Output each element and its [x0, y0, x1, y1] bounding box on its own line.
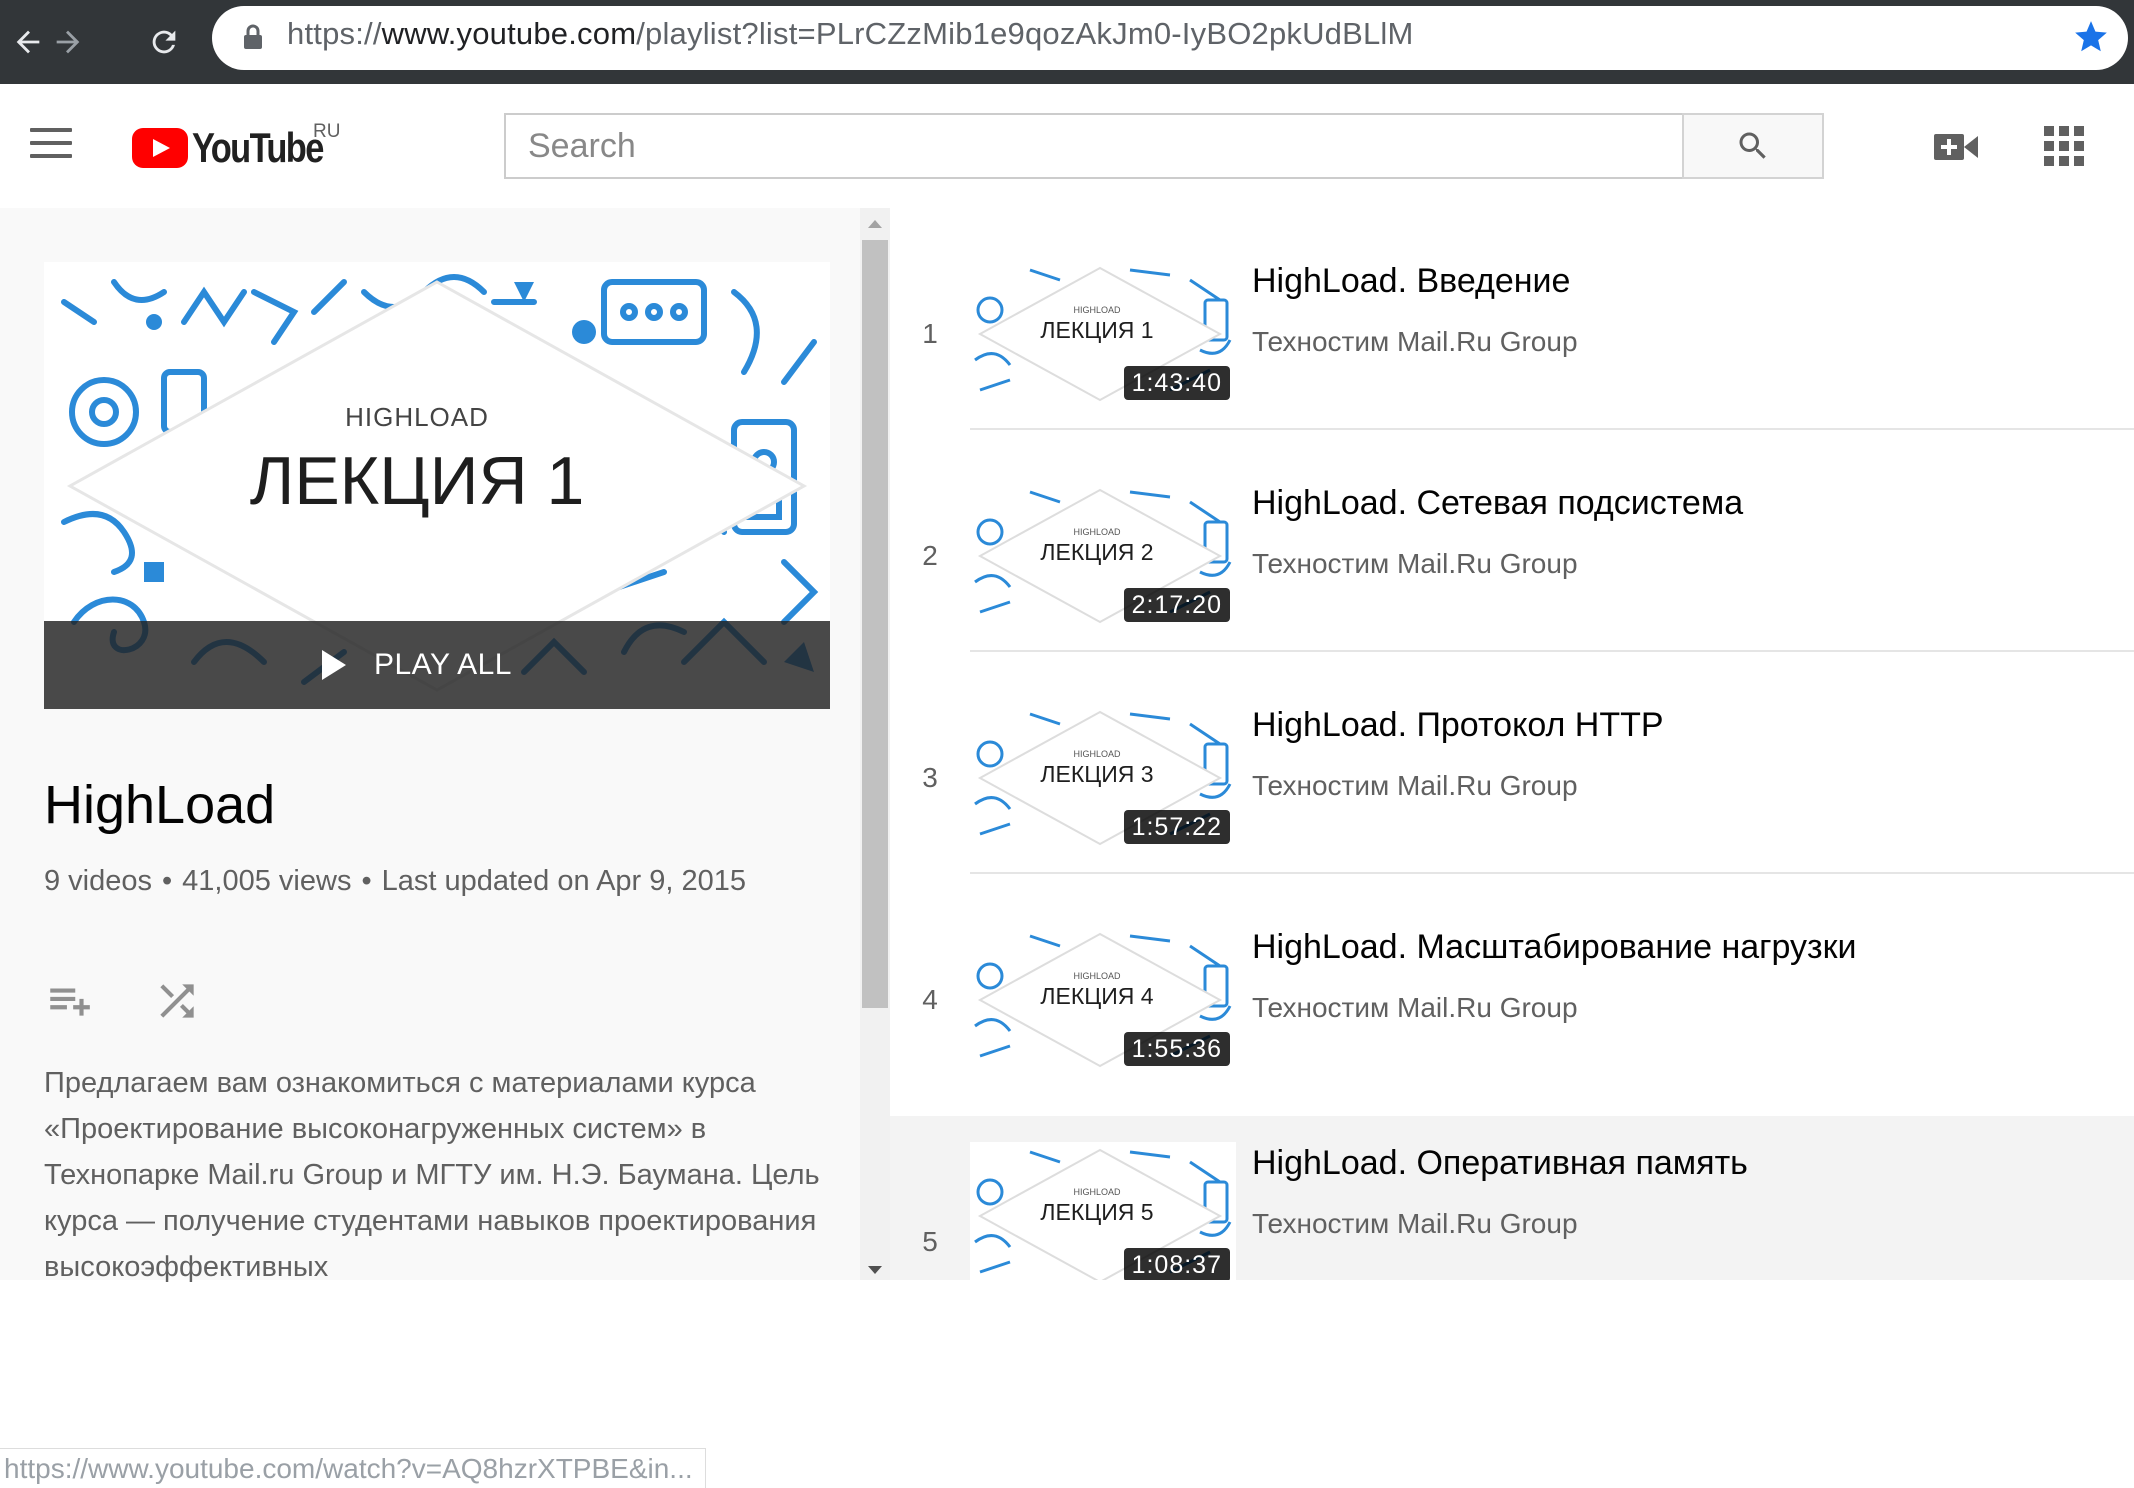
url-text: https://www.youtube.com/playlist?list=PL…: [287, 16, 1414, 51]
search-field[interactable]: [504, 113, 1684, 179]
play-icon: [321, 650, 346, 680]
video-title[interactable]: HighLoad. Введение: [1252, 262, 1570, 301]
view-count: 41,005 views: [182, 865, 352, 897]
scroll-up-arrow-icon[interactable]: [868, 220, 882, 228]
apps-grid-icon[interactable]: [2044, 126, 2084, 166]
video-list-item[interactable]: 3 HIGHLOAD ЛЕКЦИЯ 3 1:57:22 HighLoad. Пр…: [890, 652, 2134, 874]
video-title[interactable]: HighLoad. Сетевая подсистема: [1252, 484, 1743, 523]
playlist-actions: [44, 976, 260, 1026]
reload-icon: [152, 30, 176, 54]
playlist-thumbnail[interactable]: HIGHLOAD ЛЕКЦИЯ 1 PLAY ALL: [44, 262, 830, 709]
video-list-item[interactable]: 1 HIGHLOAD ЛЕКЦИЯ 1 1:43:40 HighLoad. Вв…: [890, 208, 2134, 430]
thumbnail-caption-big: ЛЕКЦИЯ 2: [1040, 539, 1154, 565]
duration-badge: 1:57:22: [1123, 810, 1230, 844]
browser-toolbar: https://www.youtube.com/playlist?list=PL…: [0, 0, 2134, 84]
thumbnail-caption-big: ЛЕКЦИЯ 1: [1040, 317, 1154, 343]
playlist-video-list: 1 HIGHLOAD ЛЕКЦИЯ 1 1:43:40 HighLoad. Вв…: [890, 208, 2134, 1280]
video-channel[interactable]: Техностим Mail.Ru Group: [1252, 1208, 1578, 1240]
video-thumbnail[interactable]: HIGHLOAD ЛЕКЦИЯ 1 1:43:40: [970, 260, 1236, 408]
video-channel[interactable]: Техностим Mail.Ru Group: [1252, 770, 1578, 802]
playlist-sidebar: HIGHLOAD ЛЕКЦИЯ 1 PLAY ALL HighLoad 9 vi…: [0, 208, 860, 1488]
star-icon[interactable]: [2072, 18, 2110, 56]
scroll-down-arrow-icon[interactable]: [868, 1266, 882, 1274]
search-icon: [1739, 132, 1766, 159]
forward-button[interactable]: [40, 14, 96, 70]
play-all-button[interactable]: PLAY ALL: [44, 621, 830, 709]
thumbnail-caption-small: HIGHLOAD: [1073, 1187, 1121, 1197]
address-bar[interactable]: https://www.youtube.com/playlist?list=PL…: [212, 6, 2128, 70]
video-channel[interactable]: Техностим Mail.Ru Group: [1252, 992, 1578, 1024]
youtube-header: YouTube RU: [0, 84, 2134, 208]
video-list-item[interactable]: 4 HIGHLOAD ЛЕКЦИЯ 4 1:55:36 HighLoad. Ма…: [890, 874, 2134, 1096]
thumbnail-caption-small: HIGHLOAD: [1073, 749, 1121, 759]
duration-badge: 1:55:36: [1123, 1032, 1230, 1066]
thumbnail-caption-big: ЛЕКЦИЯ 4: [1040, 983, 1154, 1009]
duration-badge: 2:17:20: [1123, 588, 1230, 622]
video-list-item[interactable]: 2 HIGHLOAD ЛЕКЦИЯ 2 2:17:20 HighLoad. Се…: [890, 430, 2134, 652]
video-index: 3: [922, 762, 938, 793]
playlist-stats: 9 videos • 41,005 views • Last updated on Ap…: [44, 865, 747, 897]
search-button[interactable]: [1682, 113, 1824, 179]
search-input[interactable]: [506, 115, 1684, 177]
play-all-label: PLAY ALL: [373, 648, 512, 681]
video-channel[interactable]: Техностим Mail.Ru Group: [1252, 326, 1578, 358]
thumbnail-caption-big: ЛЕКЦИЯ 5: [1040, 1199, 1154, 1225]
thumbnail-caption-small: HIGHLOAD: [1073, 971, 1121, 981]
play-logo-icon: [132, 128, 188, 168]
video-list-item[interactable]: 5 HIGHLOAD ЛЕКЦИЯ 5 1:08:37 HighLoad. Оп…: [890, 1116, 2134, 1280]
scrollbar-thumb[interactable]: [862, 240, 888, 1008]
video-thumbnail[interactable]: HIGHLOAD ЛЕКЦИЯ 3 1:57:22: [970, 704, 1236, 852]
video-index: 4: [922, 984, 938, 1015]
video-thumbnail[interactable]: HIGHLOAD ЛЕКЦИЯ 2 2:17:20: [970, 482, 1236, 630]
video-index: 2: [922, 540, 938, 571]
video-index: 5: [922, 1226, 938, 1257]
thumbnail-caption-small: HIGHLOAD: [1073, 527, 1121, 537]
create-video-button[interactable]: [1932, 126, 1980, 168]
video-title[interactable]: HighLoad. Оперативная память: [1252, 1144, 1748, 1183]
video-title[interactable]: HighLoad. Протокол HTTP: [1252, 706, 1664, 745]
playlist-title[interactable]: HighLoad: [44, 774, 275, 836]
duration-badge: 1:08:37: [1123, 1248, 1230, 1280]
last-updated: Last updated on Apr 9, 2015: [381, 865, 747, 897]
hamburger-icon[interactable]: [30, 128, 72, 158]
thumbnail-caption-big: ЛЕКЦИЯ 3: [1040, 761, 1154, 787]
video-thumbnail[interactable]: HIGHLOAD ЛЕКЦИЯ 5 1:08:37: [970, 1142, 1236, 1280]
arrow-right-icon: [56, 30, 80, 54]
video-index: 1: [922, 318, 938, 349]
video-channel[interactable]: Техностим Mail.Ru Group: [1252, 548, 1578, 580]
thumbnail-caption-small: HIGHLOAD: [1073, 305, 1121, 315]
duration-badge: 1:43:40: [1123, 366, 1230, 400]
hero-caption-small: HIGHLOAD: [345, 402, 489, 432]
left-panel-scrollbar[interactable]: [860, 208, 890, 1280]
video-title[interactable]: HighLoad. Масштабирование нагрузки: [1252, 928, 1857, 967]
reload-button[interactable]: [136, 14, 192, 70]
playlist-description: Предлагаем вам ознакомиться с материалам…: [44, 1067, 820, 1283]
lock-icon: [244, 24, 262, 49]
video-camera-plus-icon: [1934, 134, 1978, 160]
status-bar-url: https://www.youtube.com/watch?v=AQ8hzrXT…: [0, 1448, 706, 1488]
playlist-add-icon[interactable]: [44, 976, 94, 1026]
video-count: 9 videos: [44, 865, 153, 897]
hero-caption-big: ЛЕКЦИЯ 1: [249, 443, 585, 519]
shuffle-icon[interactable]: [152, 976, 202, 1026]
video-thumbnail[interactable]: HIGHLOAD ЛЕКЦИЯ 4 1:55:36: [970, 926, 1236, 1074]
region-code: RU: [313, 121, 341, 142]
